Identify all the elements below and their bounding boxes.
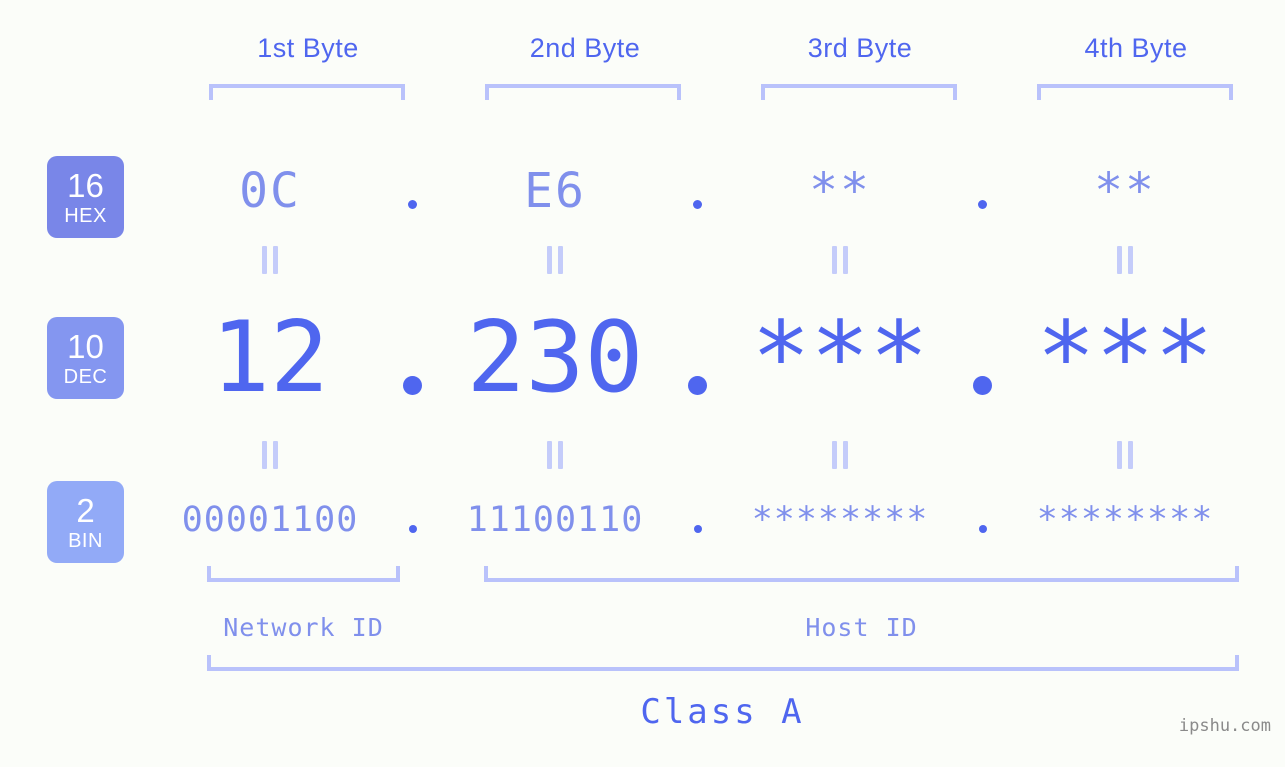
- hex-value-row: 0C E6 ** **: [150, 146, 1260, 236]
- base-badge-hex-label: HEX: [64, 204, 107, 227]
- bin-byte-2: 11100110: [466, 499, 644, 540]
- equals-icon: [150, 246, 390, 274]
- base-badge-dec: 10 DEC: [47, 317, 124, 399]
- byte-header-2: 2nd Byte: [529, 33, 641, 63]
- base-badge-dec-label: DEC: [63, 365, 108, 388]
- byte-bracket-2: [485, 84, 681, 100]
- base-badge-bin: 2 BIN: [47, 481, 124, 563]
- base-badge-dec-number: 10: [67, 327, 104, 365]
- dec-value-row: 12 230 *** ***: [150, 290, 1260, 425]
- dot-icon: [408, 524, 417, 533]
- equals-connector-row-hex-dec: [150, 246, 1260, 274]
- bin-byte-4: ********: [1036, 499, 1214, 540]
- network-id-bracket: [207, 566, 400, 582]
- equals-connector-row-dec-bin: [150, 441, 1260, 469]
- dec-byte-3: ***: [751, 300, 929, 415]
- bin-byte-1: 00001100: [181, 499, 359, 540]
- dot-icon: [408, 199, 417, 209]
- site-watermark: ipshu.com: [1178, 716, 1271, 736]
- hex-byte-1: 0C: [239, 163, 301, 219]
- equals-icon: [150, 441, 390, 469]
- equals-icon: [720, 246, 960, 274]
- byte-bracket-4: [1037, 84, 1233, 100]
- class-bracket: [207, 655, 1239, 671]
- dec-byte-4: ***: [1036, 300, 1214, 415]
- bin-separator-1: [390, 507, 435, 533]
- hex-byte-2: E6: [524, 163, 586, 219]
- bin-value-row: 00001100 11100110 ******** ********: [150, 487, 1260, 552]
- dot-icon: [688, 376, 707, 395]
- bin-byte-3: ********: [751, 499, 929, 540]
- dot-icon: [978, 199, 987, 209]
- byte-header-4: 4th Byte: [1084, 33, 1188, 63]
- equals-icon: [1005, 246, 1245, 274]
- ip-address-breakdown-diagram: 1st Byte 2nd Byte 3rd Byte 4th Byte 16 H…: [0, 0, 1285, 767]
- dot-icon: [693, 199, 702, 209]
- hex-byte-4: **: [1094, 163, 1156, 219]
- base-badge-hex: 16 HEX: [47, 156, 124, 238]
- dot-icon: [403, 376, 422, 395]
- dec-separator-3: [960, 320, 1005, 395]
- base-badge-bin-number: 2: [76, 491, 95, 529]
- host-id-bracket: [484, 566, 1239, 582]
- equals-icon: [1005, 441, 1245, 469]
- hex-byte-3: **: [809, 163, 871, 219]
- bin-separator-3: [960, 507, 1005, 533]
- base-badge-bin-label: BIN: [68, 529, 103, 552]
- byte-header-1: 1st Byte: [257, 33, 359, 63]
- dot-icon: [978, 524, 987, 533]
- network-id-label: Network ID: [223, 613, 384, 642]
- dec-separator-2: [675, 320, 720, 395]
- dot-icon: [973, 376, 992, 395]
- dot-icon: [693, 524, 702, 533]
- dec-byte-1: 12: [210, 300, 329, 415]
- dec-byte-2: 230: [466, 300, 644, 415]
- hex-separator-2: [675, 174, 720, 209]
- class-label: Class A: [640, 692, 805, 732]
- base-badge-hex-number: 16: [67, 166, 104, 204]
- hex-separator-3: [960, 174, 1005, 209]
- equals-icon: [720, 441, 960, 469]
- equals-icon: [435, 441, 675, 469]
- host-id-label: Host ID: [805, 613, 918, 642]
- bin-separator-2: [675, 507, 720, 533]
- byte-header-3: 3rd Byte: [807, 33, 913, 63]
- dec-separator-1: [390, 320, 435, 395]
- hex-separator-1: [390, 174, 435, 209]
- equals-icon: [435, 246, 675, 274]
- byte-bracket-3: [761, 84, 957, 100]
- byte-bracket-1: [209, 84, 405, 100]
